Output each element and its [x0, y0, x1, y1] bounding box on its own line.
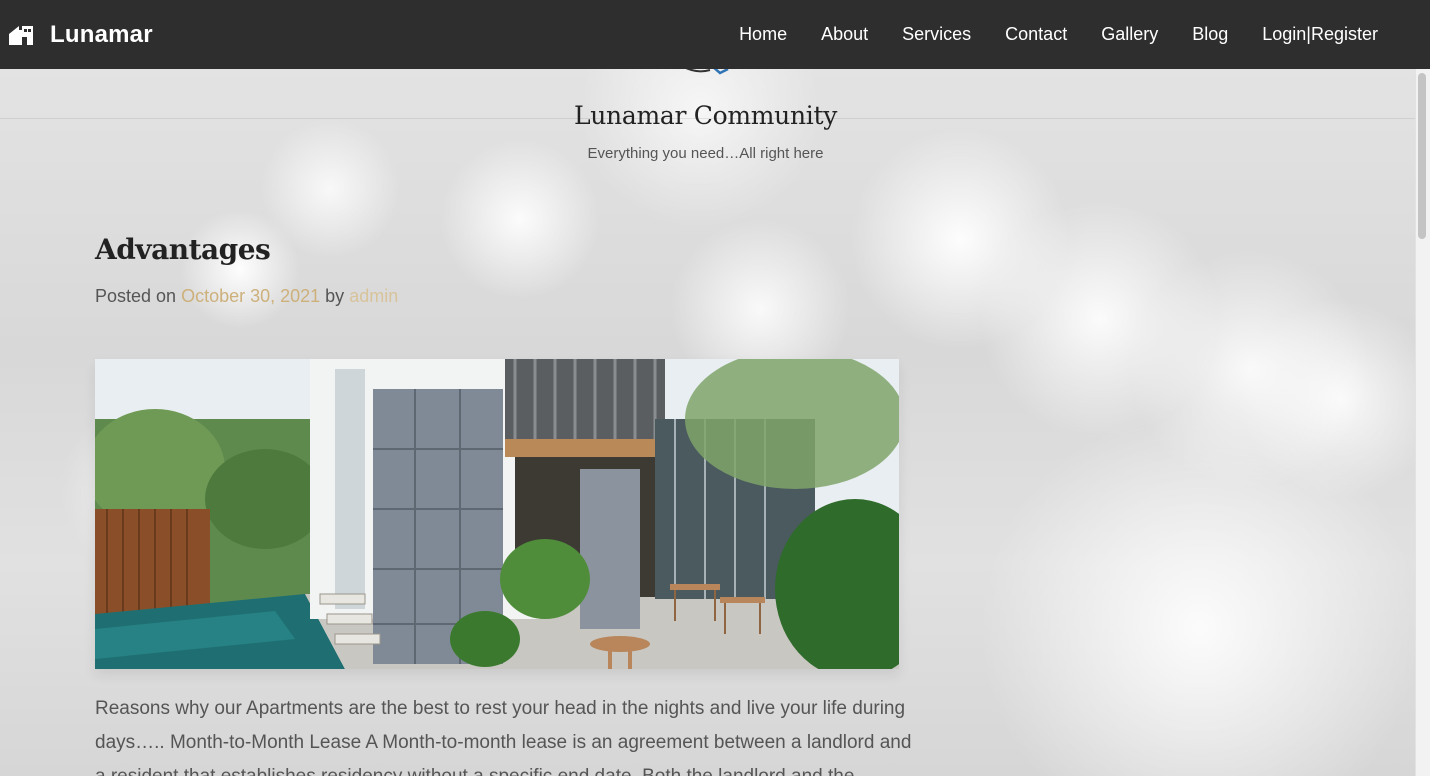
post-meta: Posted on October 30, 2021 by admin	[95, 286, 398, 307]
post-title[interactable]: Advantages	[95, 233, 271, 266]
nav-services[interactable]: Services	[902, 24, 971, 45]
site-tagline: Everything you need…All right here	[587, 145, 824, 162]
post-date-link[interactable]: October 30, 2021	[181, 286, 320, 306]
home-logo-icon	[9, 25, 33, 45]
nav-about[interactable]: About	[821, 24, 868, 45]
nav-login-register[interactable]: Login|Register	[1262, 24, 1378, 45]
post-featured-image	[95, 359, 899, 669]
scrollbar-thumb[interactable]	[1418, 73, 1426, 239]
nav-contact[interactable]: Contact	[1005, 24, 1067, 45]
main-nav: Home About Services Contact Gallery Blog…	[705, 0, 1378, 69]
nav-home[interactable]: Home	[739, 24, 787, 45]
brand-name: Lunamar	[50, 20, 153, 48]
post-excerpt: Reasons why our Apartments are the best …	[95, 698, 912, 776]
by-label: by	[320, 286, 350, 306]
brand[interactable]: Lunamar	[8, 21, 153, 49]
site-title[interactable]: Lunamar Community	[0, 101, 1411, 130]
nav-gallery[interactable]: Gallery	[1101, 24, 1158, 45]
posted-on-label: Posted on	[95, 286, 182, 306]
top-navbar: Lunamar Home About Services Contact Gall…	[0, 0, 1430, 69]
nav-blog[interactable]: Blog	[1192, 24, 1228, 45]
post-author-link[interactable]: admin	[349, 286, 398, 306]
